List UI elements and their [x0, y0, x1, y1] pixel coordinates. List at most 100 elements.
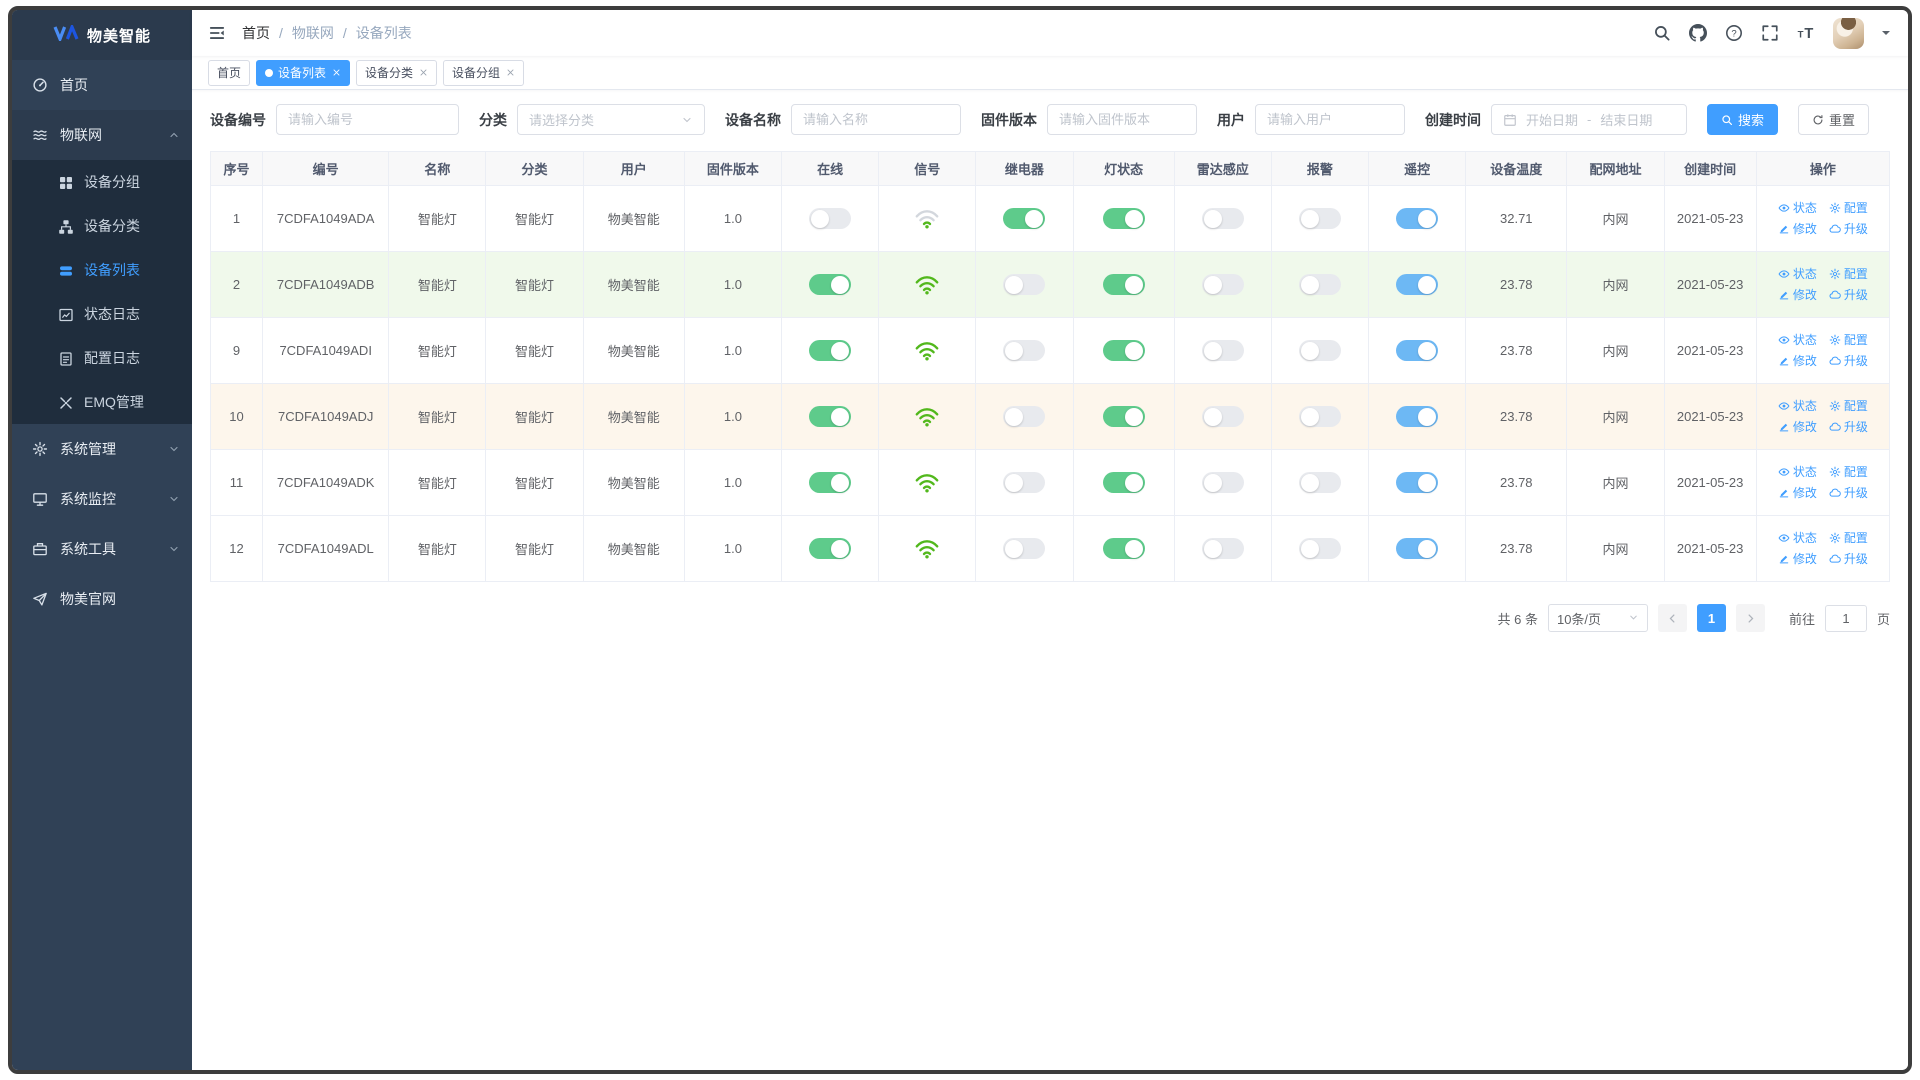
sidebar-fold-icon[interactable]	[208, 24, 226, 42]
category-select[interactable]: 请选择分类	[517, 104, 705, 135]
tab-close-icon[interactable]	[332, 68, 341, 77]
online-toggle[interactable]	[809, 340, 852, 361]
light-toggle[interactable]	[1102, 208, 1145, 229]
online-toggle[interactable]	[809, 406, 852, 427]
edit-link[interactable]: 修改	[1778, 483, 1817, 504]
radar-toggle[interactable]	[1201, 406, 1244, 427]
config-link[interactable]: 配置	[1829, 198, 1868, 219]
radar-toggle[interactable]	[1201, 208, 1244, 229]
tab-设备列表[interactable]: 设备列表	[256, 59, 351, 86]
online-toggle[interactable]	[809, 472, 852, 493]
radar-toggle[interactable]	[1201, 340, 1244, 361]
next-page-button[interactable]	[1735, 604, 1765, 632]
upgrade-link[interactable]: 升级	[1829, 219, 1868, 240]
config-link[interactable]: 配置	[1829, 462, 1868, 483]
sidebar-item-emq-manage[interactable]: EMQ管理	[12, 380, 192, 424]
breadcrumb-item[interactable]: 首页	[242, 23, 270, 43]
light-toggle[interactable]	[1102, 274, 1145, 295]
sidebar-item-config-log[interactable]: 配置日志	[12, 336, 192, 380]
light-toggle[interactable]	[1102, 472, 1145, 493]
edit-link[interactable]: 修改	[1778, 219, 1817, 240]
upgrade-link[interactable]: 升级	[1829, 483, 1868, 504]
date-range-picker[interactable]: 开始日期 - 结束日期	[1491, 104, 1687, 135]
user-input[interactable]	[1255, 104, 1405, 135]
relay-toggle[interactable]	[1003, 406, 1046, 427]
device-no-input[interactable]	[276, 104, 459, 135]
tab-首页[interactable]: 首页	[208, 59, 251, 86]
online-toggle[interactable]	[809, 208, 852, 229]
relay-toggle[interactable]	[1003, 340, 1046, 361]
remote-toggle[interactable]	[1396, 340, 1439, 361]
page-size-select[interactable]: 10条/页	[1547, 604, 1648, 632]
tab-设备分类[interactable]: 设备分类	[356, 59, 438, 86]
sidebar-item-system-monitor[interactable]: 系统监控	[12, 474, 192, 524]
sidebar-item-device-list[interactable]: 设备列表	[12, 248, 192, 292]
sidebar-item-official-site[interactable]: 物美官网	[12, 574, 192, 624]
tab-close-icon[interactable]	[419, 68, 428, 77]
font-size-icon[interactable]: TT	[1797, 24, 1815, 42]
upgrade-link[interactable]: 升级	[1829, 351, 1868, 372]
config-link[interactable]: 配置	[1829, 330, 1868, 351]
status-link[interactable]: 状态	[1778, 528, 1817, 549]
radar-toggle[interactable]	[1201, 274, 1244, 295]
light-toggle[interactable]	[1102, 340, 1145, 361]
search-icon[interactable]	[1653, 24, 1671, 42]
edit-link[interactable]: 修改	[1778, 351, 1817, 372]
sidebar-item-system-tools[interactable]: 系统工具	[12, 524, 192, 574]
sidebar-item-status-log[interactable]: 状态日志	[12, 292, 192, 336]
current-page-button[interactable]: 1	[1696, 604, 1726, 632]
config-link[interactable]: 配置	[1829, 528, 1868, 549]
alarm-toggle[interactable]	[1298, 538, 1341, 559]
alarm-toggle[interactable]	[1298, 208, 1341, 229]
edit-link[interactable]: 修改	[1778, 417, 1817, 438]
fullscreen-icon[interactable]	[1761, 24, 1779, 42]
avatar[interactable]	[1833, 17, 1864, 49]
upgrade-link[interactable]: 升级	[1829, 549, 1868, 570]
radar-toggle[interactable]	[1201, 538, 1244, 559]
sidebar-item-iot[interactable]: 物联网	[12, 110, 192, 160]
search-button[interactable]: 搜索	[1707, 104, 1779, 135]
relay-toggle[interactable]	[1003, 538, 1046, 559]
firmware-input[interactable]	[1047, 104, 1197, 135]
prev-page-button[interactable]	[1657, 604, 1687, 632]
sidebar-item-device-category[interactable]: 设备分类	[12, 204, 192, 248]
alarm-toggle[interactable]	[1298, 340, 1341, 361]
status-link[interactable]: 状态	[1778, 330, 1817, 351]
config-link[interactable]: 配置	[1829, 396, 1868, 417]
edit-link[interactable]: 修改	[1778, 285, 1817, 306]
help-icon[interactable]: ?	[1725, 24, 1743, 42]
sidebar-item-device-group[interactable]: 设备分组	[12, 160, 192, 204]
upgrade-link[interactable]: 升级	[1829, 417, 1868, 438]
goto-page-input[interactable]	[1824, 604, 1867, 632]
status-link[interactable]: 状态	[1778, 396, 1817, 417]
reset-button[interactable]: 重置	[1798, 104, 1870, 135]
remote-toggle[interactable]	[1396, 208, 1439, 229]
sidebar-item-system-manage[interactable]: 系统管理	[12, 424, 192, 474]
remote-toggle[interactable]	[1396, 274, 1439, 295]
online-toggle[interactable]	[809, 538, 852, 559]
edit-link[interactable]: 修改	[1778, 549, 1817, 570]
config-link[interactable]: 配置	[1829, 264, 1868, 285]
upgrade-link[interactable]: 升级	[1829, 285, 1868, 306]
radar-toggle[interactable]	[1201, 472, 1244, 493]
device-name-input[interactable]	[791, 104, 961, 135]
status-link[interactable]: 状态	[1778, 264, 1817, 285]
alarm-toggle[interactable]	[1298, 472, 1341, 493]
user-menu-caret-icon[interactable]	[1882, 31, 1890, 39]
light-toggle[interactable]	[1102, 538, 1145, 559]
relay-toggle[interactable]	[1003, 208, 1046, 229]
brand-logo[interactable]: 物美智能	[12, 10, 192, 60]
relay-toggle[interactable]	[1003, 472, 1046, 493]
remote-toggle[interactable]	[1396, 538, 1439, 559]
status-link[interactable]: 状态	[1778, 462, 1817, 483]
status-link[interactable]: 状态	[1778, 198, 1817, 219]
remote-toggle[interactable]	[1396, 406, 1439, 427]
github-icon[interactable]	[1689, 24, 1707, 42]
relay-toggle[interactable]	[1003, 274, 1046, 295]
alarm-toggle[interactable]	[1298, 274, 1341, 295]
light-toggle[interactable]	[1102, 406, 1145, 427]
remote-toggle[interactable]	[1396, 472, 1439, 493]
tab-设备分组[interactable]: 设备分组	[443, 59, 525, 86]
alarm-toggle[interactable]	[1298, 406, 1341, 427]
sidebar-item-home[interactable]: 首页	[12, 60, 192, 110]
